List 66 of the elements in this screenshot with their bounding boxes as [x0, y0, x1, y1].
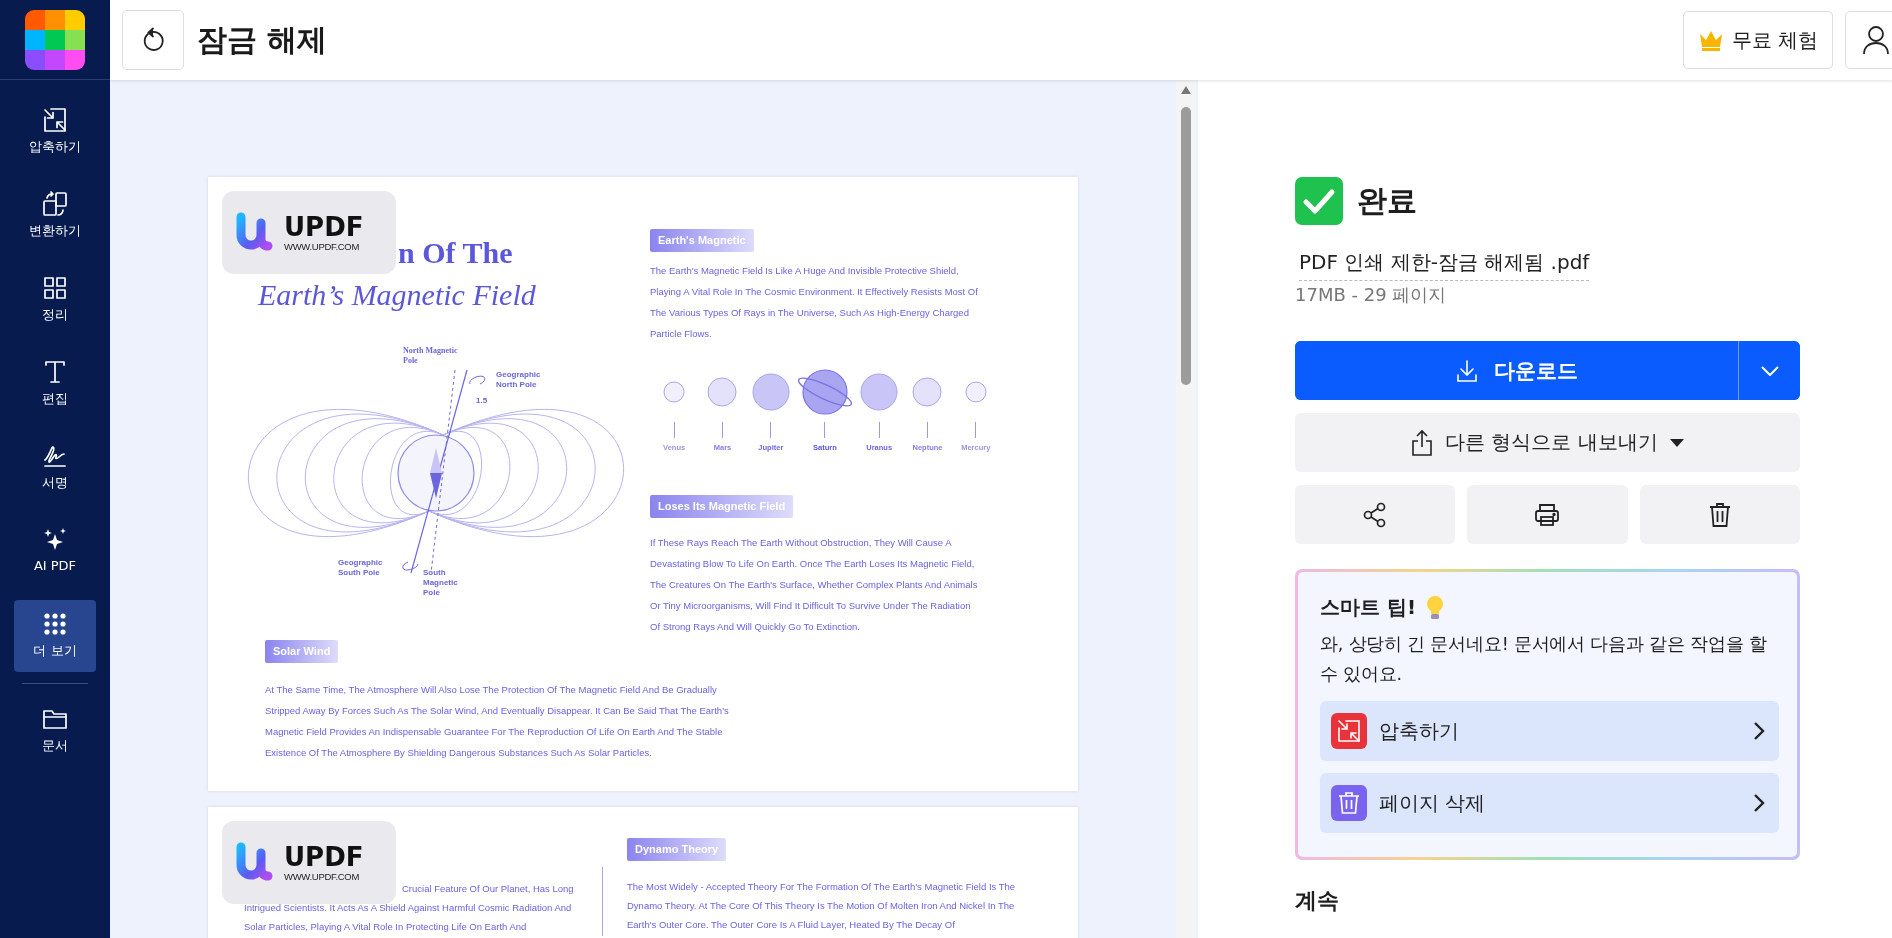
sidebar-item[interactable]: 정리 — [14, 264, 96, 336]
planet-icon — [964, 381, 987, 403]
light-bulb-icon — [1426, 594, 1445, 621]
compress-icon — [41, 106, 69, 134]
tip-title: 스마트 팁! — [1320, 594, 1417, 621]
print-button[interactable] — [1467, 485, 1628, 544]
body-text: If These Rays Reach The Earth Without Obstruction, They Will Cause A Devastating Blow To Life On Earth. Once The Earth Loses Its Magnetic Field, The Creatures On The Earth's Surface, Whether Complex Plants And Animals Or Tiny Microorganisms, Will Find It Difficult To Survive Under The Radiation Of Strong Rays And Will Quickly Go To Extinction. — [650, 536, 979, 634]
document-title: n Of The — [398, 235, 513, 271]
section-heading: Solar Wind — [265, 640, 339, 663]
file-name: PDF 인쇄 제한-잠금 해제됨 .pdf — [1299, 249, 1590, 281]
download-icon — [1455, 358, 1478, 383]
sidebar-item[interactable]: 변환하기 — [14, 180, 96, 252]
body-text: The Earth's Magnetic Field Is Like A Huge And Invisible Protective Shield, Playing A Vital Role In The Cosmic Environment. It Effectively Resists Most Of The Various Types Of Rays in The Universe, Such As High-Energy Charged Particle Flows. — [650, 264, 979, 341]
check-icon — [1295, 177, 1343, 225]
printer-icon — [1534, 501, 1561, 528]
diagram-label: South Magnetic Pole — [423, 568, 459, 598]
planet-icon — [707, 377, 738, 407]
body-text: Crucial Feature Of Our Planet, Has Long Intrigued Scientists. It Acts As A Shield Against Harmful Cosmic Radiation And Solar Particles, Playing A Vital Role In Protecting Life On Earth And — [244, 882, 575, 934]
scrollbar[interactable] — [1176, 80, 1196, 938]
page-title: 잠금 해제 — [197, 20, 329, 59]
planet-icon — [860, 373, 899, 411]
account-button[interactable] — [1845, 11, 1892, 69]
document-title: Earth’s Magnetic Field — [258, 277, 537, 313]
dots-grid-icon — [41, 610, 69, 638]
body-text: The Most Widely - Accepted Theory For The Formation Of The Earth's Magnetic Field Is The Dynamo Theory. At The Core Of This Theory Is The Motion Of Molten Iron And Nickel In The Earth's Outer Core. The Outer Core Is A Fluid Layer, Heated By The Decay Of — [627, 880, 1017, 932]
body-text: At The Same Time, The Atmosphere Will Also Lose The Protection Of The Magnetic Field And Be Gradually Stripped Away By Forces Such As The Solar Wind, And Eventually Disappear. It Can Be Said That The Earth's Magnetic Field Provides An Indispensable Guarantee For The Reproduction Of Life On Earth And The Stable Existence Of The Atmosphere By Shielding Dangerous Substances Such As Solar Particles. — [265, 683, 730, 760]
planet-icon — [751, 373, 790, 411]
file-info: 17MB - 29 페이지 — [1295, 283, 1448, 307]
caret-down-icon — [1669, 438, 1684, 447]
sidebar-item[interactable]: 서명 — [14, 432, 96, 504]
export-button[interactable]: 다른 형식으로 내보내기 — [1295, 413, 1800, 472]
chevron-down-icon — [1760, 365, 1779, 376]
watermark-brand: UPDF — [284, 843, 364, 871]
convert-icon — [41, 190, 69, 218]
sidebar-item[interactable]: 문서 — [14, 695, 96, 767]
planet-icon — [663, 381, 686, 403]
tip-action[interactable]: 압축하기 — [1320, 701, 1779, 761]
sidebar-item[interactable]: 더 보기 — [14, 600, 96, 672]
watermark-url: WWW.UPDF.COM — [284, 241, 361, 252]
section-heading: Earth's Magnetic — [650, 229, 754, 252]
planet-icon — [912, 377, 943, 407]
undo-button[interactable] — [122, 10, 184, 70]
sidebar-item[interactable]: AI PDF — [14, 516, 96, 588]
diagram-label: Geographic North Pole — [496, 370, 542, 390]
trash-icon — [1707, 501, 1732, 528]
watermark-url: WWW.UPDF.COM — [284, 871, 361, 882]
watermark-brand: UPDF — [284, 213, 364, 241]
sidebar-item[interactable]: 압축하기 — [14, 96, 96, 168]
status-heading: 완료 — [1357, 181, 1417, 220]
app-logo[interactable] — [25, 9, 85, 70]
diagram-label: 1.5 — [475, 396, 489, 406]
chevron-right-icon — [1753, 721, 1765, 741]
tip-action[interactable]: 페이지 삭제 — [1320, 773, 1779, 833]
tip-text: 와, 상당히 긴 문서네요! 문서에서 다음과 같은 작업을 할 수 있어요. — [1320, 633, 1768, 686]
section-title: 계속 — [1295, 887, 1340, 915]
chevron-right-icon — [1753, 793, 1765, 813]
ringed-planet-icon — [795, 368, 855, 416]
free-trial-button[interactable]: 무료 체험 — [1682, 11, 1833, 69]
section-heading: Dynamo Theory — [627, 838, 727, 861]
upload-icon — [1411, 428, 1434, 457]
diagram-label: North Magnetic Pole — [403, 346, 459, 366]
crown-icon — [1697, 29, 1724, 51]
user-icon — [1862, 25, 1890, 55]
grid-icon — [41, 274, 69, 302]
sidebar-item[interactable]: 편집 — [14, 348, 96, 420]
diagram-label: Geographic South Pole — [338, 558, 384, 578]
